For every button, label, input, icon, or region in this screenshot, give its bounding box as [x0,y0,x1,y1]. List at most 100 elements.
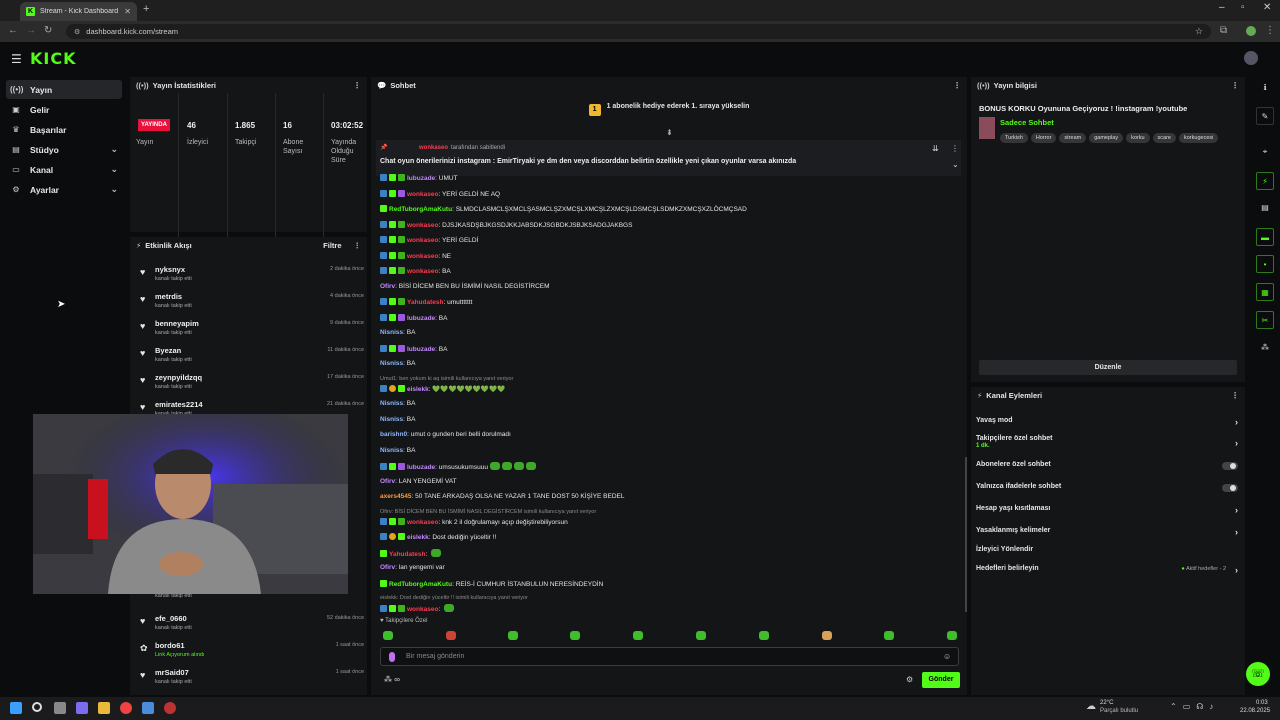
action-goals[interactable]: Hedefleri belirleyin ● Aktif hedefler - … [976,565,1240,575]
unpin-icon[interactable]: ⇊ [932,144,939,153]
forward-icon[interactable]: → [26,25,36,36]
more-options-icon[interactable]: ⋮ [953,81,961,90]
browser-tab[interactable]: K Stream - Kick Dashboard ✕ [20,2,137,21]
profile-avatar[interactable] [1246,26,1256,36]
browser-menu-icon[interactable]: ⋮ [1265,25,1275,36]
scroll-down-icon[interactable]: ⇟ [666,128,673,137]
activity-user[interactable]: benneyapim [155,319,199,328]
chat-username[interactable]: wonkaseo [407,606,438,613]
chat-username[interactable]: lubuzade [407,175,435,182]
windows-start-icon[interactable] [10,702,22,714]
user-avatar[interactable] [1244,51,1258,65]
chat-username[interactable]: Ofirv [380,478,395,485]
back-icon[interactable]: ← [8,25,18,36]
reload-icon[interactable]: ↻ [44,25,52,36]
chat-username[interactable]: Yahudatesh [407,299,443,306]
emote-slot[interactable] [822,631,832,640]
emote-chat-toggle[interactable] [1222,484,1238,492]
clock-time[interactable]: 0:03 [1256,700,1268,706]
action-slow-mode[interactable]: Yavaş mod › [976,417,1240,427]
bookmark-star-icon[interactable]: ☆ [1195,26,1203,37]
action-age-limit[interactable]: Hesap yaşı kısıtlaması › [976,505,1240,515]
chat-username[interactable]: RedTuborgAmaKutu [389,581,452,588]
minimize-icon[interactable]: – [1219,2,1225,13]
send-button[interactable]: Gönder [922,672,960,688]
pinned-user[interactable]: wonkaseo [419,145,448,151]
edit-button[interactable]: Düzenle [979,360,1237,375]
file-explorer-icon[interactable] [98,702,110,714]
chat-username[interactable]: Ofirv [380,564,395,571]
emote-slot[interactable] [446,631,456,640]
action-followers-chat[interactable]: Takipçilere özel sohbet 1 dk. › [976,435,1240,449]
obs-icon[interactable] [164,702,176,714]
menu-hamburger-icon[interactable]: ☰ [11,52,22,66]
emote-slot[interactable] [383,631,393,640]
emote-slot[interactable] [759,631,769,640]
chat-username[interactable]: eislekk [407,534,429,541]
lightning-icon[interactable]: ⚡ [1256,172,1274,190]
emote-slot[interactable] [696,631,706,640]
more-options-icon[interactable]: ⋮ [354,241,362,250]
sidebar-item-kanal[interactable]: ▭ Kanal ⌄ [6,160,122,179]
chrome-icon[interactable] [120,702,132,714]
chat-username[interactable]: lubuzade [407,315,435,322]
chat-username[interactable]: Nisniss [380,416,403,423]
chat-username[interactable]: wonkaseo [407,253,438,260]
chevron-down-icon[interactable]: ⌄ [952,160,959,169]
clipboard-icon[interactable]: ▤ [1256,199,1274,217]
chat-username[interactable]: Nisniss [380,400,403,407]
emote-slot[interactable] [947,631,957,640]
maximize-icon[interactable]: ▫ [1241,2,1245,13]
chat-username[interactable]: eislekk [407,386,429,393]
activity-user[interactable]: Byezan [155,346,181,355]
chat-username[interactable]: axers4545 [380,493,411,500]
chat-username[interactable]: wonkaseo [407,237,438,244]
app-icon[interactable] [142,702,154,714]
sidebar-item-basarilar[interactable]: ♛ Başarılar [6,120,122,139]
microphone-icon[interactable] [389,652,395,662]
chat-scrollbar[interactable] [965,457,967,612]
activity-user[interactable]: zeynpyildzqq [155,373,202,382]
chat-username[interactable]: wonkaseo [407,222,438,229]
chat-username[interactable]: barishn0 [380,431,407,438]
kick-points-icon[interactable]: ⁂ ∞ [384,675,400,684]
site-info-icon[interactable]: ⚙ [74,28,80,36]
activity-user[interactable]: efe_0660 [155,614,187,623]
wrench-icon[interactable]: ✂ [1256,311,1274,329]
action-redirect[interactable]: İzleyici Yönlendir [976,546,1240,553]
layout-icon[interactable]: ▦ [1256,283,1274,301]
kick-points-icon[interactable]: ⁂ [1256,339,1274,357]
sidebar-item-ayarlar[interactable]: ⚙ Ayarlar ⌄ [6,180,122,199]
activity-user[interactable]: emirates2214 [155,400,203,409]
emote-slot[interactable] [570,631,580,640]
more-options-icon[interactable]: ⋮ [1231,391,1239,400]
extensions-icon[interactable]: ⧉ [1220,25,1227,36]
chat-input[interactable]: Bir mesaj gönderin ☺ [380,647,959,666]
sidebar-item-yayin[interactable]: ((•)) Yayın [6,80,122,99]
clock-date[interactable]: 22.08.2025 [1240,708,1270,714]
action-banned-words[interactable]: Yasaklanmış kelimeler › [976,527,1240,537]
chat-username[interactable]: lubuzade [407,346,435,353]
action-emote-chat[interactable]: Yalnızca ifadelerle sohbet [976,483,1240,492]
chat-username[interactable]: lubuzade [407,464,435,471]
activity-user[interactable]: bordo61 [155,641,185,650]
crosshair-icon[interactable]: ⌖ [1256,143,1274,161]
filter-button[interactable]: Filtre [323,241,341,250]
new-tab-icon[interactable]: + [143,3,149,15]
chat-username[interactable]: RedTuborgAmaKutu [389,206,452,213]
chat-username[interactable]: Ofirv [380,283,395,290]
activity-user[interactable]: metrdis [155,292,182,301]
chat-icon[interactable]: ▬ [1256,228,1274,246]
url-field[interactable]: ⚙ dashboard.kick.com/stream ☆ [66,24,1211,39]
chat-username[interactable]: wonkaseo [407,191,438,198]
emote-slot[interactable] [508,631,518,640]
kick-logo[interactable]: KICK [30,49,77,68]
chat-username[interactable]: wonkaseo [407,268,438,275]
search-icon[interactable] [32,702,42,712]
more-options-icon[interactable]: ⋮ [951,144,959,153]
tab-close-icon[interactable]: ✕ [124,7,131,16]
pencil-icon[interactable]: ✎ [1256,107,1274,125]
more-options-icon[interactable]: ⋮ [353,81,361,90]
subs-chat-toggle[interactable] [1222,462,1238,470]
category-name[interactable]: Sadece Sohbet [1000,118,1054,127]
